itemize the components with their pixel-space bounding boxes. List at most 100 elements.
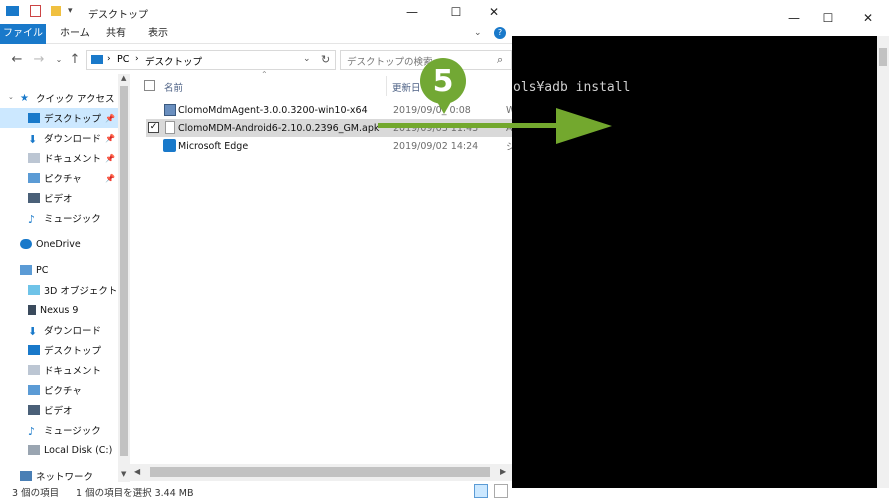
nav-pc-local-disk[interactable]: Local Disk (C:) [28,440,146,460]
nav-onedrive[interactable]: OneDrive [20,234,138,254]
pin-icon: 📌 [105,113,115,123]
nav-label: ネットワーク [36,472,94,483]
help-icon[interactable]: ? [494,27,506,39]
nav-label: ドキュメント [44,366,102,377]
drive-icon [28,445,40,455]
forward-button[interactable]: → [30,50,48,68]
tab-file[interactable]: ファイル [0,24,46,44]
expand-icon: ⌄ [8,93,14,101]
music-icon: ♪ [28,213,36,226]
nav-pc-downloads[interactable]: ⬇ ダウンロード [28,320,146,340]
nav-quick-access[interactable]: ⌄ ★ クイック アクセス [8,88,126,108]
nav-label: ダウンロード [44,134,102,145]
nav-qa-documents[interactable]: ドキュメント 📌 [28,148,146,168]
pin-icon: 📌 [105,173,115,183]
file-row[interactable]: ClomoMdmAgent-3.0.0.3200-win10-x64 2019/… [146,101,515,119]
row-checkbox[interactable]: ✓ [148,122,159,133]
network-icon [20,471,32,481]
select-all-checkbox[interactable] [144,80,155,91]
tab-share[interactable]: 共有 [96,24,136,44]
pin-icon: 📌 [105,153,115,163]
file-name: ClomoMDM-Android6-2.10.0.2396_GM.apk [178,122,380,134]
cloud-icon [20,239,32,249]
qat-dropdown-icon[interactable]: ▾ [68,6,73,16]
maximize-button[interactable]: ☐ [436,0,476,24]
document-icon [28,153,40,163]
file-date: 2019/09/02 14:24 [393,140,479,152]
nav-pc-pictures[interactable]: ピクチャ [28,380,146,400]
pictures-icon [28,173,40,183]
download-icon: ⬇ [28,325,38,338]
close-button[interactable]: ✕ [474,0,514,24]
console-close-button[interactable]: ✕ [848,6,888,30]
ribbon-tabs: ファイル ホーム 共有 表示 ⌄ ? [0,24,512,44]
tab-home[interactable]: ホーム [50,24,100,44]
nav-pc-music[interactable]: ♪ ミュージック [28,420,146,440]
up-button[interactable]: ↑ [66,50,84,68]
document-icon [28,365,40,375]
star-icon: ★ [20,93,29,104]
nav-label: ビデオ [44,194,73,205]
search-placeholder: デスクトップの検索 [347,57,433,68]
cube-icon [28,285,40,295]
column-divider [386,76,387,96]
new-folder-icon[interactable] [51,6,61,16]
nav-qa-desktop[interactable]: デスクトップ 📌 [0,108,118,128]
nav-pc-desktop[interactable]: デスクトップ [28,340,146,360]
folder-icon [6,6,19,16]
large-icons-view-icon[interactable] [494,484,508,498]
back-button[interactable]: ← [8,50,26,68]
installer-icon [164,104,176,116]
nav-pc-documents[interactable]: ドキュメント [28,360,146,380]
command-prompt-window[interactable] [512,36,889,488]
nav-label: デスクトップ [44,346,102,357]
address-bar[interactable]: › PC › デスクトップ ⌄ ↻ [86,50,336,70]
address-dropdown-icon[interactable]: ⌄ [303,54,311,64]
column-date[interactable]: 更新日 [392,80,421,94]
nav-qa-videos[interactable]: ビデオ [28,188,146,208]
nav-label: ドキュメント [44,154,102,165]
scroll-left-icon[interactable]: ◀ [134,467,140,476]
breadcrumb-desktop[interactable]: デスクトップ [145,54,202,68]
step-pointer-icon [436,100,452,114]
minimize-button[interactable]: — [392,0,432,24]
scroll-right-icon[interactable]: ▶ [500,467,506,476]
breadcrumb-pc[interactable]: PC [117,54,129,65]
search-icon[interactable]: ⌕ [497,53,503,67]
details-view-icon[interactable] [474,484,488,498]
nav-label: Nexus 9 [40,304,79,316]
console-scroll-thumb[interactable] [879,48,887,66]
nav-qa-downloads[interactable]: ⬇ ダウンロード 📌 [28,128,146,148]
file-name: Microsoft Edge [178,140,249,152]
nav-label: 3D オブジェクト [44,286,118,297]
nav-label: ビデオ [44,406,73,417]
tab-view[interactable]: 表示 [138,24,178,44]
refresh-icon[interactable]: ↻ [321,53,330,66]
properties-icon[interactable] [30,5,41,17]
scroll-up-icon[interactable]: ▲ [121,74,126,82]
nav-pc-nexus[interactable]: Nexus 9 [28,300,146,320]
nav-qa-pictures[interactable]: ピクチャ 📌 [28,168,146,188]
nav-label: ピクチャ [44,174,82,185]
nav-pc[interactable]: PC [20,260,138,280]
console-scrollbar[interactable] [877,36,889,488]
video-icon [28,193,40,203]
file-row[interactable]: Microsoft Edge 2019/09/02 14:24 シ [146,137,516,155]
breadcrumb-sep-icon: › [107,54,111,64]
console-maximize-button[interactable]: ☐ [808,6,848,30]
nav-label: クイック アクセス [36,94,115,105]
file-icon [165,121,175,134]
file-date: 2019/09/0_ 0:08 [393,104,471,116]
nav-pc-3d-objects[interactable]: 3D オブジェクト [28,280,146,300]
nav-label: Local Disk (C:) [44,444,113,456]
column-name[interactable]: 名前 [164,80,183,94]
pictures-icon [28,385,40,395]
file-row-selected[interactable]: ✓ ClomoMDM-Android6-2.10.0.2396_GM.apk 2… [146,119,513,137]
horizontal-scroll-thumb[interactable] [150,467,490,477]
console-command-text: ols¥adb install [513,80,631,95]
ribbon-expand-icon[interactable]: ⌄ [474,28,482,38]
status-bar: 3 個の項目 1 個の項目を選択 3.44 MB [0,482,512,500]
nav-pc-videos[interactable]: ビデオ [28,400,146,420]
nav-qa-music[interactable]: ♪ ミュージック [28,208,146,228]
console-bottom-bar [512,488,889,500]
